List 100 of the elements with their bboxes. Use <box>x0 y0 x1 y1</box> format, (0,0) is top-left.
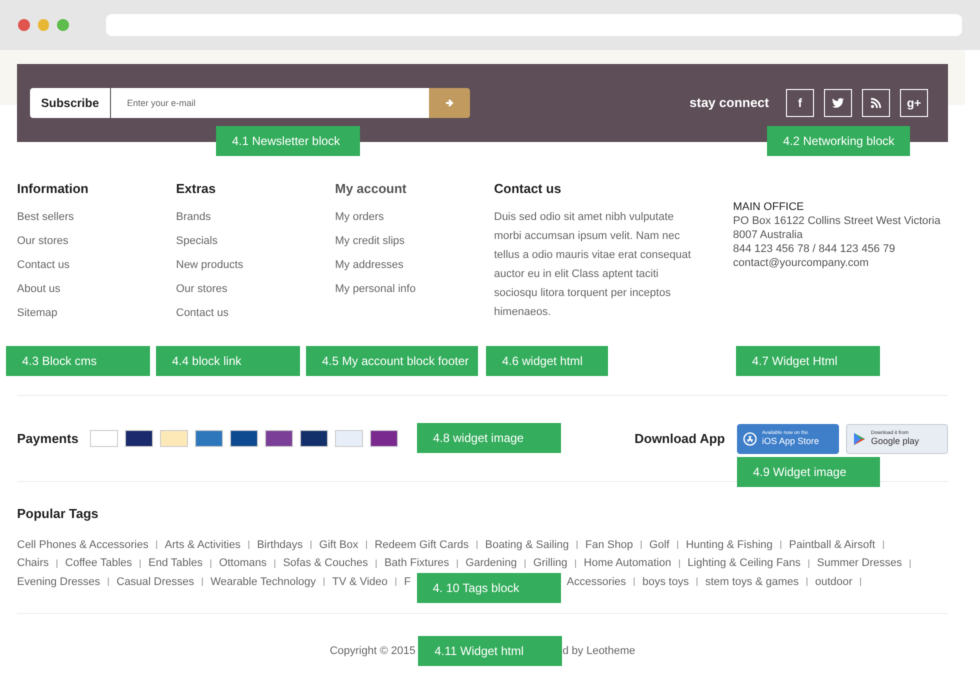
tag-link[interactable]: Cell Phones & Accessories <box>17 536 148 554</box>
copyright-text: Copyright © 2015 <box>330 644 416 659</box>
tag-link[interactable]: Accessories <box>566 572 626 591</box>
separator: | <box>248 538 250 551</box>
app-store-icon <box>743 432 757 446</box>
footer-link[interactable]: Contact us <box>17 257 70 274</box>
popular-tags-title: Popular Tags <box>17 505 100 523</box>
office-heading: MAIN OFFICE <box>733 200 805 214</box>
separator: | <box>633 575 636 588</box>
tag-link[interactable]: End Tables <box>148 554 203 572</box>
subscribe-button[interactable] <box>429 88 470 118</box>
social-link[interactable] <box>824 89 852 117</box>
tag-link[interactable]: stem toys & games <box>705 572 799 591</box>
tag-link[interactable]: Ottomans <box>218 554 267 572</box>
callout-label: 4.2 Networking block <box>767 126 910 156</box>
tag-link[interactable]: Bath Fixtures <box>384 554 450 572</box>
footer-link[interactable]: My personal info <box>335 281 416 298</box>
column-heading: My account <box>335 180 408 198</box>
download-app-title: Download App <box>634 430 725 448</box>
rss-icon <box>871 98 881 108</box>
copyright-text: d by Leotheme <box>562 644 636 659</box>
callout-label: 4. 10 Tags block <box>416 572 561 603</box>
tag-link[interactable]: Sofas & Couches <box>282 554 368 572</box>
footer-link[interactable]: Best sellers <box>17 209 74 226</box>
tag-link[interactable]: Fan Shop <box>585 536 633 554</box>
footer-link[interactable]: Sitemap <box>17 305 58 322</box>
separator: | <box>310 538 312 551</box>
social-link[interactable]: g+ <box>900 89 928 117</box>
tag-link[interactable]: TV & Video <box>332 572 388 591</box>
footer-link[interactable]: My credit slips <box>335 233 405 250</box>
email-field[interactable]: Enter your e-mail <box>111 88 429 118</box>
social-link[interactable] <box>862 89 890 117</box>
footer-link[interactable]: Our stores <box>17 233 68 250</box>
callout-label: 4.6 widget html <box>486 346 608 376</box>
tag-link[interactable]: Chairs <box>17 554 49 572</box>
tag-link[interactable]: Grilling <box>533 554 568 572</box>
callout-label: 4.5 My account block footer <box>306 346 478 376</box>
separator: | <box>640 538 642 551</box>
tag-link[interactable]: Paintball & Airsoft <box>788 536 876 554</box>
footer-link[interactable]: About us <box>17 281 60 298</box>
separator: | <box>107 575 110 588</box>
tag-link[interactable]: Hunting & Fishing <box>686 536 773 554</box>
callout-label: 4.1 Newsletter block <box>216 126 360 156</box>
separator: | <box>394 575 398 588</box>
separator: | <box>908 556 912 570</box>
tag-link[interactable]: Home Automation <box>584 554 672 572</box>
callout-label: 4.3 Block cms <box>6 346 150 376</box>
separator: | <box>678 556 681 570</box>
tag-link[interactable]: Gardening <box>465 554 517 572</box>
tag-link[interactable]: Gift Box <box>319 536 358 554</box>
separator: | <box>780 538 782 551</box>
footer-link[interactable]: Our stores <box>176 281 228 298</box>
tag-link[interactable]: Casual Dresses <box>116 572 194 591</box>
social-link[interactable]: f <box>786 89 814 117</box>
tag-link[interactable]: boys toys <box>642 572 689 591</box>
column-heading: Contact us <box>494 180 562 198</box>
separator: | <box>456 556 458 570</box>
tag-link[interactable]: Redeem Gift Cards <box>374 536 469 554</box>
tag-link[interactable]: Coffee Tables <box>65 554 132 572</box>
footer-link[interactable]: Specials <box>176 233 218 250</box>
tag-link[interactable]: Wearable Technology <box>210 572 316 591</box>
separator: | <box>210 556 212 570</box>
office-line: 8007 Australia <box>733 228 804 242</box>
footer-link[interactable]: New products <box>176 257 244 274</box>
footer-link[interactable]: My addresses <box>335 257 404 274</box>
footer-link[interactable]: Contact us <box>176 305 229 322</box>
callout-label: 4.4 block link <box>156 346 300 376</box>
separator: | <box>676 538 679 551</box>
stay-connect-title: stay connect <box>690 94 769 112</box>
footer-link[interactable]: My orders <box>335 209 384 226</box>
contact-text: Duis sed odio sit amet nibh vulputate morbi accumsan ipsum velit. Nam nec tellus a odio mauris vitae erat consequat auctor eu in elit Class aptent taciti sociosqu litora torquent per inceptos himenaeos. <box>494 210 692 320</box>
separator: | <box>882 538 885 551</box>
office-line: contact@yourcompany.com <box>733 256 870 270</box>
separator: | <box>808 556 810 570</box>
separator: | <box>139 556 142 570</box>
separator: | <box>476 538 478 551</box>
play-icon <box>853 432 866 446</box>
separator: | <box>201 575 204 588</box>
separator: | <box>365 538 368 551</box>
tag-link[interactable]: Boating & Sailing <box>485 536 569 554</box>
tag-link[interactable]: outdoor <box>815 572 852 591</box>
footer-link[interactable]: Brands <box>176 209 211 226</box>
tag-link[interactable]: Birthdays <box>256 536 303 554</box>
callout-label: 4.11 Widget html <box>418 636 562 666</box>
tag-link[interactable]: F <box>404 572 411 591</box>
address-bar[interactable] <box>106 14 962 36</box>
callout-label: 4.8 widget image <box>417 423 561 453</box>
column-heading: Extras <box>176 180 217 198</box>
separator: | <box>574 556 577 570</box>
separator: | <box>322 575 326 588</box>
separator: | <box>274 556 276 570</box>
tag-link[interactable]: Golf <box>649 536 670 554</box>
arrow-right-icon <box>444 98 454 108</box>
callout-label: 4.7 Widget Html <box>736 346 880 376</box>
tag-link[interactable]: Arts & Activities <box>164 536 241 554</box>
bird-icon <box>832 98 844 108</box>
tag-link[interactable]: Evening Dresses <box>17 572 100 591</box>
tag-link[interactable]: Summer Dresses <box>817 554 902 572</box>
tag-link[interactable]: Lighting & Ceiling Fans <box>688 554 801 572</box>
separator: | <box>696 575 698 588</box>
